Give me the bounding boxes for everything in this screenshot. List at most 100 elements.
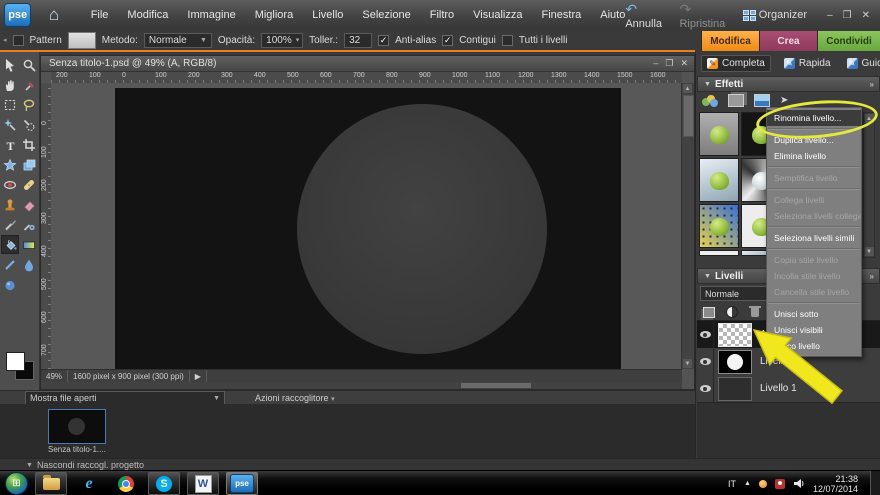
menu-item-finestra[interactable]: Finestra: [542, 9, 582, 21]
tab-guidata[interactable]: ✎Guidata: [842, 56, 880, 71]
antialias-checkbox[interactable]: ✓: [378, 35, 389, 46]
taskbar-chrome-button[interactable]: [111, 473, 141, 494]
scroll-up-icon[interactable]: ▲: [865, 114, 874, 123]
language-indicator[interactable]: IT: [728, 479, 736, 489]
tab-condividi[interactable]: Condividi: [817, 31, 880, 51]
taskbar-skype-button[interactable]: S: [148, 472, 180, 495]
taskbar-explorer-button[interactable]: [35, 472, 67, 495]
effect-thumbnail[interactable]: [699, 204, 739, 248]
panel-more-icon[interactable]: »: [870, 272, 873, 281]
undo-button[interactable]: ↶ Annulla: [625, 1, 673, 30]
document-title-bar[interactable]: Senza titolo-1.psd @ 49% (A, RGB/8) – ❐ …: [41, 56, 694, 72]
tray-alert-icon[interactable]: [775, 479, 785, 489]
blur-tool[interactable]: [20, 255, 38, 274]
open-file-thumbnail[interactable]: [48, 409, 106, 444]
clone-stamp-tool[interactable]: [1, 195, 19, 214]
tray-app-icon[interactable]: [759, 480, 767, 488]
adjustment-layer-button[interactable]: [725, 307, 738, 318]
visibility-toggle[interactable]: [697, 348, 714, 375]
taskbar-clock[interactable]: 21:38 12/07/2014: [813, 474, 858, 494]
layer-row-livello-1[interactable]: Livello 1: [697, 375, 880, 403]
context-menu-item-unico-livello[interactable]: Unico livello: [767, 338, 861, 354]
tab-crea[interactable]: Crea: [759, 31, 817, 51]
layer-thumbnail[interactable]: [718, 350, 752, 374]
photo-effects-category-icon[interactable]: [754, 94, 770, 107]
vertical-scroll-thumb[interactable]: [683, 95, 694, 137]
context-menu-item-unisci-visibili[interactable]: Unisci visibili: [767, 322, 861, 338]
lasso-tool[interactable]: [20, 95, 38, 114]
zoom-tool[interactable]: [20, 55, 38, 74]
doc-restore-button[interactable]: ❐: [665, 58, 673, 69]
marquee-tool[interactable]: [1, 95, 19, 114]
context-menu-item-seleziona-livelli-simili[interactable]: Seleziona livelli simili: [767, 230, 861, 246]
minimize-button[interactable]: –: [827, 10, 833, 21]
taskbar-ie-button[interactable]: e: [74, 473, 104, 494]
status-options-button[interactable]: ▶: [190, 370, 207, 382]
visibility-toggle[interactable]: [697, 375, 714, 402]
shape-tool[interactable]: [1, 255, 19, 274]
crop-tool[interactable]: [20, 135, 38, 154]
tab-completa[interactable]: ✎Completa: [701, 55, 771, 72]
filters-category-icon[interactable]: [702, 95, 718, 107]
recompose-tool[interactable]: [20, 155, 38, 174]
hand-tool[interactable]: [1, 75, 19, 94]
scroll-down-icon[interactable]: ▼: [865, 247, 874, 256]
taskbar-pse-button[interactable]: pse: [226, 472, 258, 495]
gradient-tool[interactable]: [20, 235, 38, 254]
visibility-toggle[interactable]: [697, 321, 714, 348]
collapse-triangle-icon[interactable]: ▼: [704, 273, 711, 280]
context-menu-item-elimina-livello[interactable]: Elimina livello: [767, 148, 861, 164]
effect-thumbnail[interactable]: [699, 158, 739, 202]
pattern-checkbox[interactable]: [13, 35, 24, 46]
effects-panel-header[interactable]: ▼ Effetti »: [697, 76, 880, 92]
scroll-down-icon[interactable]: ▼: [683, 359, 692, 368]
move-tool[interactable]: [1, 55, 19, 74]
menu-item-modifica[interactable]: Modifica: [127, 9, 168, 21]
menu-item-file[interactable]: File: [91, 9, 109, 21]
tab-modifica[interactable]: Modifica: [701, 31, 759, 51]
close-button[interactable]: ✕: [862, 10, 870, 21]
effects-scrollbar[interactable]: ▲ ▼: [863, 112, 875, 258]
brush-tool[interactable]: [1, 215, 19, 234]
menu-item-migliora[interactable]: Migliora: [255, 9, 294, 21]
opacity-input[interactable]: 100%▾: [261, 33, 303, 48]
all-layers-checkbox[interactable]: [502, 35, 513, 46]
redo-button[interactable]: ↷ Ripristina: [679, 1, 736, 30]
collapse-triangle-icon[interactable]: ▼: [704, 81, 711, 88]
effect-thumbnail[interactable]: [699, 250, 739, 256]
bin-actions-button[interactable]: Azioni raccoglitore ▾: [255, 393, 335, 403]
home-button[interactable]: ⌂: [39, 2, 68, 28]
context-menu-item-rinomina-livello[interactable]: Rinomina livello...: [767, 110, 861, 126]
eraser-tool[interactable]: [20, 195, 38, 214]
delete-layer-button[interactable]: [748, 307, 761, 318]
zoom-level-field[interactable]: 49%: [41, 370, 68, 382]
pattern-swatch[interactable]: [68, 32, 96, 49]
healing-brush-tool[interactable]: [20, 175, 38, 194]
tolerance-input[interactable]: 32: [344, 33, 372, 48]
horizontal-scrollbar[interactable]: [41, 382, 682, 389]
menu-item-selezione[interactable]: Selezione: [362, 9, 410, 21]
menu-item-visualizza[interactable]: Visualizza: [473, 9, 522, 21]
blend-mode-select[interactable]: Normale▼: [144, 33, 212, 48]
red-eye-removal-tool[interactable]: [1, 175, 19, 194]
effect-thumbnail[interactable]: [699, 112, 739, 156]
layer-thumbnail[interactable]: [718, 323, 752, 347]
panel-more-icon[interactable]: »: [870, 80, 873, 89]
paint-bucket-tool[interactable]: [1, 235, 19, 254]
layer-thumbnail[interactable]: [718, 377, 752, 401]
type-tool[interactable]: T: [1, 135, 19, 154]
sponge-tool[interactable]: [1, 275, 19, 294]
show-desktop-button[interactable]: [870, 471, 880, 495]
maximize-button[interactable]: ❐: [843, 10, 852, 21]
doc-minimize-button[interactable]: –: [653, 58, 658, 69]
organizer-button[interactable]: Organizer: [743, 9, 807, 21]
eyedropper-tool[interactable]: [20, 75, 38, 94]
doc-close-button[interactable]: ✕: [680, 58, 688, 69]
new-layer-button[interactable]: [702, 307, 715, 318]
context-menu-item-duplica-livello[interactable]: Duplica livello...: [767, 132, 861, 148]
canvas[interactable]: [115, 88, 621, 372]
apply-effect-pointer-icon[interactable]: ➤: [780, 95, 792, 107]
context-menu-item-unisci-sotto[interactable]: Unisci sotto: [767, 306, 861, 322]
panel-collapse-icon[interactable]: ◂: [3, 36, 7, 44]
magic-wand-tool[interactable]: [1, 115, 19, 134]
